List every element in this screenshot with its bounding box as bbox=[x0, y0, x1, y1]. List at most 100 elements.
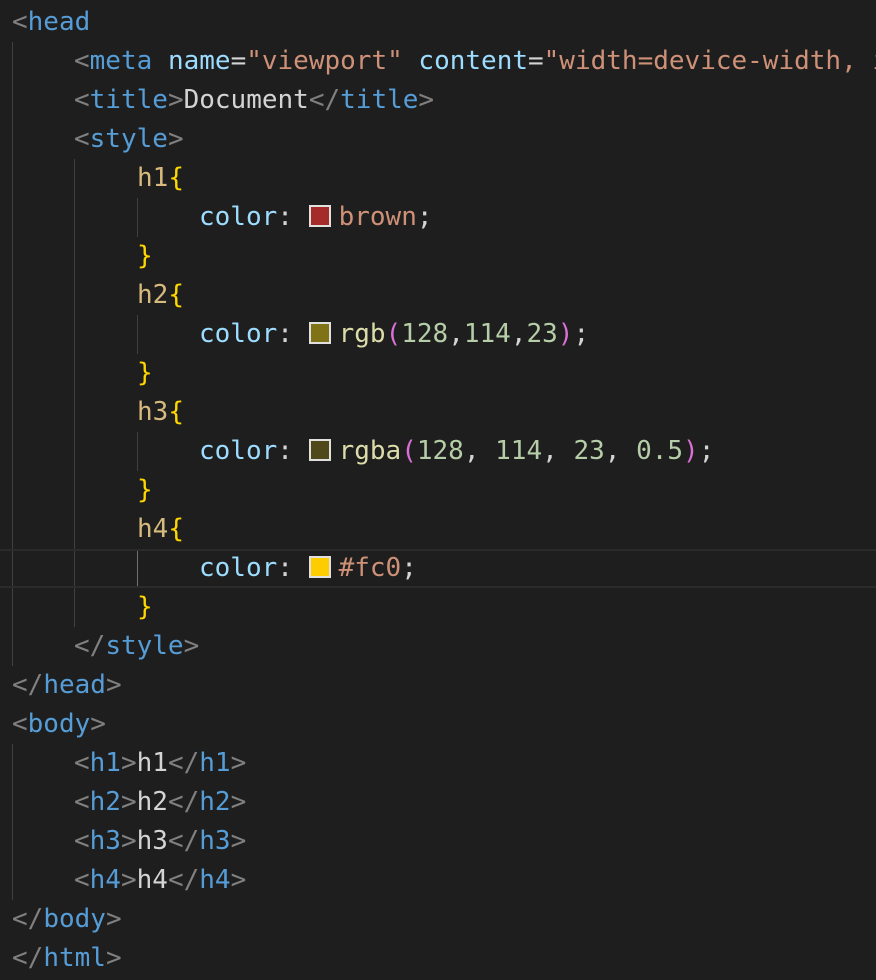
code-token: h4 bbox=[199, 865, 231, 895]
color-swatch-icon[interactable] bbox=[308, 204, 331, 227]
code-token: h3 bbox=[199, 826, 231, 856]
code-line[interactable]: h4{ bbox=[0, 510, 876, 549]
code-token: } bbox=[137, 358, 153, 388]
code-token: </ bbox=[167, 865, 200, 895]
code-token: 0.5 bbox=[636, 436, 684, 466]
code-token: } bbox=[137, 241, 153, 271]
code-line[interactable]: <h4>h4</h4> bbox=[0, 861, 876, 900]
code-token: ( bbox=[401, 436, 417, 466]
code-token: { bbox=[168, 514, 184, 544]
code-token: </ bbox=[167, 787, 200, 817]
code-token: > bbox=[120, 865, 137, 895]
code-token: color bbox=[199, 436, 278, 466]
code-token: , bbox=[604, 436, 637, 466]
color-swatch-icon[interactable] bbox=[308, 438, 331, 461]
code-token: ( bbox=[385, 319, 402, 349]
code-token: h1 bbox=[136, 748, 168, 778]
code-token: style bbox=[89, 124, 168, 154]
code-line[interactable]: h3{ bbox=[0, 393, 876, 432]
code-line[interactable]: <meta name="viewport" content="width=dev… bbox=[0, 42, 876, 81]
code-line[interactable]: <title>Document</title> bbox=[0, 81, 876, 120]
code-token: name bbox=[167, 46, 231, 76]
code-line[interactable]: </body> bbox=[0, 900, 876, 939]
code-token: : bbox=[277, 436, 309, 466]
code-token: ) bbox=[683, 436, 699, 466]
code-token: "viewport" bbox=[246, 46, 403, 76]
code-token: ; bbox=[573, 319, 590, 349]
color-swatch-icon[interactable] bbox=[308, 321, 331, 344]
code-line[interactable]: <h3>h3</h3> bbox=[0, 822, 876, 861]
code-token: h2 bbox=[199, 787, 231, 817]
code-token: { bbox=[168, 280, 184, 310]
code-token: = bbox=[230, 46, 247, 76]
code-line[interactable]: <head bbox=[0, 3, 876, 42]
code-token: < bbox=[74, 85, 90, 115]
code-token: h2 bbox=[137, 280, 169, 310]
code-token: </ bbox=[167, 748, 200, 778]
code-line[interactable]: h2{ bbox=[0, 276, 876, 315]
code-line[interactable]: } bbox=[0, 354, 876, 393]
code-token: h2 bbox=[136, 787, 168, 817]
code-line[interactable]: color: brown; bbox=[0, 198, 876, 237]
code-token: color bbox=[199, 319, 278, 349]
code-line-current[interactable]: color: #fc0; bbox=[0, 549, 876, 588]
code-line[interactable]: } bbox=[0, 588, 876, 627]
code-token: h4 bbox=[136, 865, 168, 895]
code-token: title bbox=[340, 85, 419, 115]
code-token: 114 bbox=[495, 436, 543, 466]
code-token: </ bbox=[308, 85, 341, 115]
code-token: meta bbox=[89, 46, 153, 76]
code-token: h3 bbox=[136, 826, 168, 856]
code-token: > bbox=[183, 631, 200, 661]
code-editor[interactable]: <head <meta name="viewport" content="widt… bbox=[0, 0, 876, 980]
code-line[interactable]: </html> bbox=[0, 939, 876, 978]
code-token: > bbox=[105, 670, 122, 700]
code-token: h2 bbox=[89, 787, 121, 817]
code-token: ; bbox=[401, 553, 417, 583]
code-token: : bbox=[277, 202, 309, 232]
code-token: </ bbox=[167, 826, 200, 856]
code-token: 128 bbox=[401, 319, 449, 349]
code-line[interactable]: color: rgba(128, 114, 23, 0.5); bbox=[0, 432, 876, 471]
code-token: h4 bbox=[89, 865, 121, 895]
code-token: > bbox=[230, 826, 247, 856]
code-token: head bbox=[27, 7, 91, 37]
code-token: < bbox=[74, 124, 90, 154]
code-token: > bbox=[230, 865, 247, 895]
code-line[interactable]: } bbox=[0, 237, 876, 276]
code-line[interactable]: </head> bbox=[0, 666, 876, 705]
code-token: 128 bbox=[416, 436, 464, 466]
code-token: </ bbox=[12, 943, 44, 973]
code-token: , bbox=[510, 319, 527, 349]
code-token: rgb bbox=[338, 319, 386, 349]
code-token: > bbox=[167, 124, 184, 154]
code-token: h3 bbox=[89, 826, 121, 856]
code-token: 23 bbox=[573, 436, 605, 466]
code-token: > bbox=[120, 748, 137, 778]
code-token: Document bbox=[183, 85, 309, 115]
code-token: < bbox=[74, 748, 90, 778]
code-line[interactable]: <h2>h2</h2> bbox=[0, 783, 876, 822]
code-line[interactable]: <body> bbox=[0, 705, 876, 744]
code-token: h1 bbox=[137, 163, 169, 193]
code-line[interactable]: </style> bbox=[0, 627, 876, 666]
code-token: < bbox=[12, 7, 28, 37]
code-line[interactable]: <style> bbox=[0, 120, 876, 159]
code-line[interactable]: h1{ bbox=[0, 159, 876, 198]
code-line[interactable]: <h1>h1</h1> bbox=[0, 744, 876, 783]
code-token: ) bbox=[557, 319, 574, 349]
code-token: , bbox=[448, 319, 464, 349]
code-line[interactable]: } bbox=[0, 471, 876, 510]
code-token: color bbox=[199, 553, 278, 583]
code-line[interactable]: color: rgb(128,114,23); bbox=[0, 315, 876, 354]
code-token: = bbox=[528, 46, 544, 76]
code-token: > bbox=[120, 826, 137, 856]
code-token: > bbox=[90, 709, 106, 739]
color-swatch-icon[interactable] bbox=[308, 555, 331, 578]
code-token: h4 bbox=[137, 514, 169, 544]
code-token: { bbox=[168, 163, 184, 193]
code-token: { bbox=[168, 397, 184, 427]
code-token: > bbox=[105, 904, 122, 934]
code-token: > bbox=[230, 787, 247, 817]
